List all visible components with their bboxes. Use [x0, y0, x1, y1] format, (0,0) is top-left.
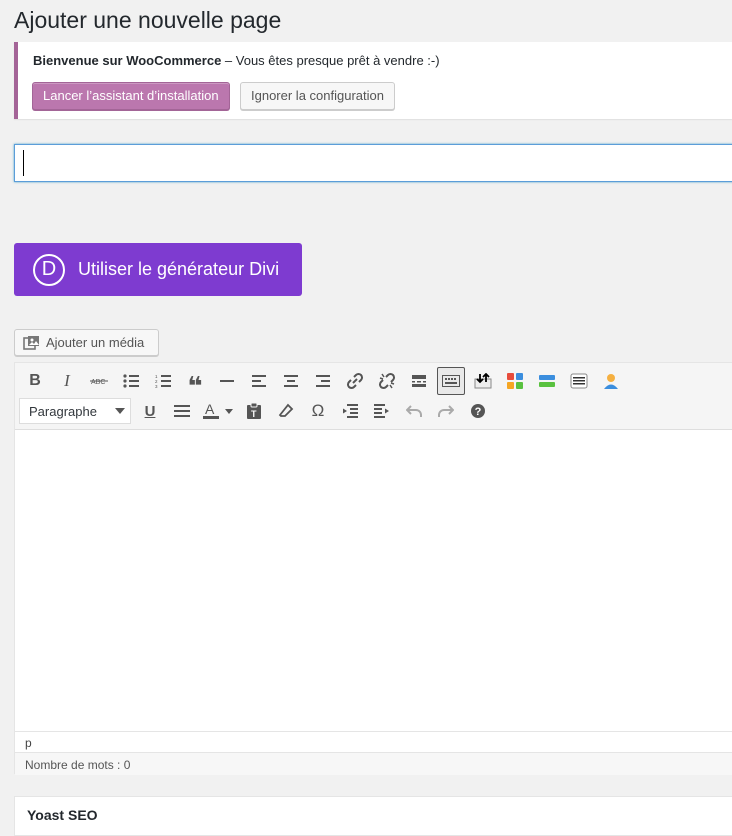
word-count: Nombre de mots : 0	[15, 752, 732, 775]
add-media-label: Ajouter un média	[46, 335, 145, 350]
editor-content-area[interactable]	[15, 430, 732, 731]
plugin-arrows-icon[interactable]	[467, 367, 499, 395]
blockquote-icon[interactable]: ❝	[179, 367, 211, 399]
clear-formatting-icon[interactable]	[270, 397, 302, 425]
page-title: Ajouter une nouvelle page	[14, 7, 282, 33]
paste-text-icon[interactable]: T	[238, 397, 270, 425]
special-char-icon[interactable]: Ω	[302, 397, 334, 425]
plugin-user-icon[interactable]	[595, 367, 627, 395]
redo-icon[interactable]	[430, 397, 462, 425]
plugin-list-icon[interactable]	[563, 367, 595, 395]
content-editor: B I ABC 123 ❝ Paragraphe U A T Ω ? p Nom…	[14, 362, 732, 775]
editor-toolbar: B I ABC 123 ❝ Paragraphe U A T Ω ?	[15, 363, 732, 430]
read-more-icon[interactable]	[403, 367, 435, 395]
strikethrough-icon[interactable]: ABC	[83, 367, 115, 395]
divi-logo-icon: D	[33, 253, 65, 286]
link-icon[interactable]	[339, 367, 371, 395]
unlink-icon[interactable]	[371, 367, 403, 395]
help-icon[interactable]: ?	[462, 397, 494, 425]
text-caret	[23, 150, 24, 176]
skip-setup-button[interactable]: Ignorer la configuration	[240, 82, 395, 110]
horizontal-rule-icon[interactable]	[211, 367, 243, 395]
yoast-seo-metabox[interactable]: Yoast SEO	[14, 796, 732, 836]
outdent-icon[interactable]	[334, 397, 366, 425]
align-center-icon[interactable]	[275, 367, 307, 395]
page-title-input[interactable]	[14, 144, 732, 182]
justify-icon[interactable]	[166, 397, 198, 425]
svg-text:T: T	[251, 409, 257, 419]
svg-text:ABC: ABC	[91, 379, 105, 386]
toolbar-row-2: Paragraphe U A T Ω ?	[19, 396, 494, 426]
notice-strong: Bienvenue sur WooCommerce	[33, 53, 222, 68]
yoast-seo-title: Yoast SEO	[27, 807, 98, 823]
undo-icon[interactable]	[398, 397, 430, 425]
element-path[interactable]: p	[15, 731, 732, 752]
svg-text:A: A	[205, 402, 215, 417]
format-select[interactable]: Paragraphe	[19, 398, 131, 424]
divi-builder-label: Utiliser le générateur Divi	[78, 259, 280, 279]
toolbar-toggle-icon[interactable]	[437, 367, 465, 395]
bold-icon[interactable]: B	[19, 367, 51, 395]
notice-text: – Vous êtes presque prêt à vendre :-)	[221, 53, 440, 68]
divi-builder-button[interactable]: D Utiliser le générateur Divi	[14, 243, 302, 296]
underline-icon[interactable]: U	[134, 397, 166, 425]
format-select-value: Paragraphe	[29, 403, 97, 419]
svg-text:?: ?	[475, 406, 482, 418]
indent-icon[interactable]	[366, 397, 398, 425]
plugin-layers-icon[interactable]	[531, 367, 563, 395]
toolbar-row-1: B I ABC 123 ❝	[19, 366, 627, 399]
numbered-list-icon[interactable]: 123	[147, 367, 179, 395]
add-media-button[interactable]: Ajouter un média	[14, 329, 159, 356]
plugin-grid-icon[interactable]	[499, 367, 531, 395]
svg-text:3: 3	[155, 384, 158, 388]
text-color-icon[interactable]: A	[198, 397, 238, 425]
notice-message: Bienvenue sur WooCommerce – Vous êtes pr…	[33, 53, 440, 68]
launch-setup-wizard-button[interactable]: Lancer l’assistant d’installation	[32, 82, 230, 110]
woocommerce-notice: Bienvenue sur WooCommerce – Vous êtes pr…	[14, 42, 732, 119]
bullet-list-icon[interactable]	[115, 367, 147, 395]
align-right-icon[interactable]	[307, 367, 339, 395]
italic-icon[interactable]: I	[51, 367, 83, 395]
align-left-icon[interactable]	[243, 367, 275, 395]
media-icon	[23, 335, 41, 351]
chevron-down-icon	[115, 408, 125, 414]
